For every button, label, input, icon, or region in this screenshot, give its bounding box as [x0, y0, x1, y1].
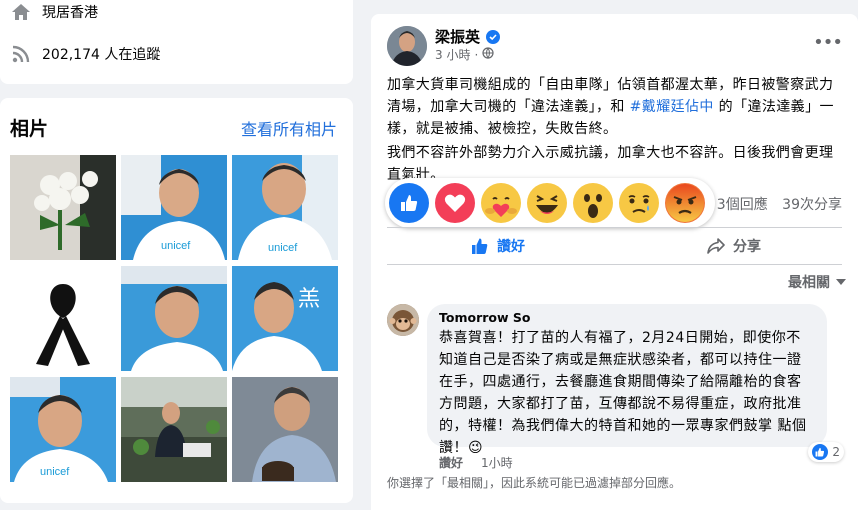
- reaction-picker: [385, 178, 715, 228]
- commenter-avatar[interactable]: [387, 304, 419, 336]
- post-author[interactable]: 梁振英: [435, 26, 501, 47]
- comment-reaction-count[interactable]: 2: [808, 442, 844, 462]
- comment-actions: 讚好 1小時: [439, 454, 513, 471]
- like-button[interactable]: 讚好: [471, 231, 525, 261]
- haha-reaction-icon[interactable]: [527, 183, 567, 223]
- chevron-down-icon: [836, 279, 846, 285]
- comment-author[interactable]: Tomorrow So: [439, 310, 815, 325]
- shares-count[interactable]: 39次分享: [782, 197, 842, 213]
- filter-note: 你選擇了「最相關」，因此系統可能已過濾掉部分回應。: [387, 476, 682, 490]
- comment-text: 恭喜賀喜！打了苗的人有福了，2月24日開始，即使你不知道自己是否染了病或是無症狀…: [439, 330, 807, 456]
- photos-card: 相片 查看所有相片 unicef unicef 羔 unicef: [0, 98, 353, 503]
- svg-text:unicef: unicef: [40, 466, 70, 478]
- photo-unicef-4[interactable]: 羔: [232, 266, 338, 371]
- author-name[interactable]: 梁振英: [435, 26, 480, 47]
- author-avatar[interactable]: [387, 26, 427, 66]
- wow-reaction-icon[interactable]: [573, 183, 613, 223]
- photo-unicef-3[interactable]: [121, 266, 227, 371]
- post-meta: 3 小時 ·: [435, 46, 494, 63]
- share-button[interactable]: 分享: [707, 231, 761, 261]
- verified-badge-icon: [486, 29, 501, 44]
- photo-coffee[interactable]: [232, 377, 338, 482]
- location-text: 現居香港: [42, 5, 98, 21]
- angry-reaction-icon[interactable]: [665, 183, 705, 223]
- photos-title: 相片: [10, 118, 49, 140]
- post-card: 梁振英 3 小時 · ••• 加拿大貨車司機組成的「自由車隊」佔領首都渥太華，昨…: [371, 14, 858, 510]
- sad-reaction-icon[interactable]: [619, 183, 659, 223]
- post-time[interactable]: 3 小時: [435, 46, 470, 63]
- more-options-icon[interactable]: •••: [813, 32, 843, 53]
- comment-like-count: 2: [832, 445, 840, 459]
- hashtag-link[interactable]: #戴耀廷佔中: [630, 99, 714, 115]
- share-button-label: 分享: [733, 239, 761, 255]
- care-reaction-icon[interactable]: [481, 183, 521, 223]
- comments-count[interactable]: 3個回應: [717, 197, 768, 213]
- like-button-label: 讚好: [497, 239, 525, 255]
- like-badge-icon: [812, 444, 829, 460]
- comment-bubble: Tomorrow So 恭喜賀喜！打了苗的人有福了，2月24日開始，即使你不知道…: [427, 304, 827, 456]
- photo-unicef-5[interactable]: unicef: [10, 377, 116, 482]
- svg-text:unicef: unicef: [268, 242, 298, 254]
- photo-flowers[interactable]: [10, 155, 116, 260]
- love-reaction-icon[interactable]: [435, 183, 475, 223]
- see-all-photos-link[interactable]: 查看所有相片: [241, 116, 337, 140]
- comment-sort-dropdown[interactable]: 最相關: [788, 272, 846, 292]
- like-reaction-icon[interactable]: [389, 183, 429, 223]
- like-thumb-icon: [471, 237, 489, 255]
- photo-ribbon[interactable]: [10, 266, 116, 371]
- location-row: 現居香港: [10, 2, 98, 22]
- divider: [387, 264, 842, 265]
- photo-unicef-2[interactable]: unicef: [232, 155, 338, 260]
- share-arrow-icon: [707, 238, 725, 254]
- photo-garden[interactable]: [121, 377, 227, 482]
- post-paragraph-1: 加拿大貨車司機組成的「自由車隊」佔領首都渥太華，昨日被警察武力清場，加拿大司機的…: [387, 74, 847, 140]
- intro-card: 現居香港 202,174 人在追蹤: [0, 0, 353, 84]
- followers-text: 202,174 人在追蹤: [42, 47, 161, 63]
- comment-time[interactable]: 1小時: [481, 454, 513, 471]
- followers-row: 202,174 人在追蹤: [10, 44, 160, 64]
- home-icon: [10, 2, 32, 22]
- svg-text:unicef: unicef: [161, 240, 191, 252]
- rss-icon: [10, 44, 32, 64]
- comment-like-button[interactable]: 讚好: [439, 454, 463, 471]
- sort-label: 最相關: [788, 275, 830, 291]
- photo-unicef-1[interactable]: unicef: [121, 155, 227, 260]
- globe-icon: [482, 47, 494, 62]
- divider: [387, 227, 842, 228]
- svg-text:羔: 羔: [298, 286, 320, 311]
- engagement-counts: 3個回應 39次分享: [717, 194, 842, 214]
